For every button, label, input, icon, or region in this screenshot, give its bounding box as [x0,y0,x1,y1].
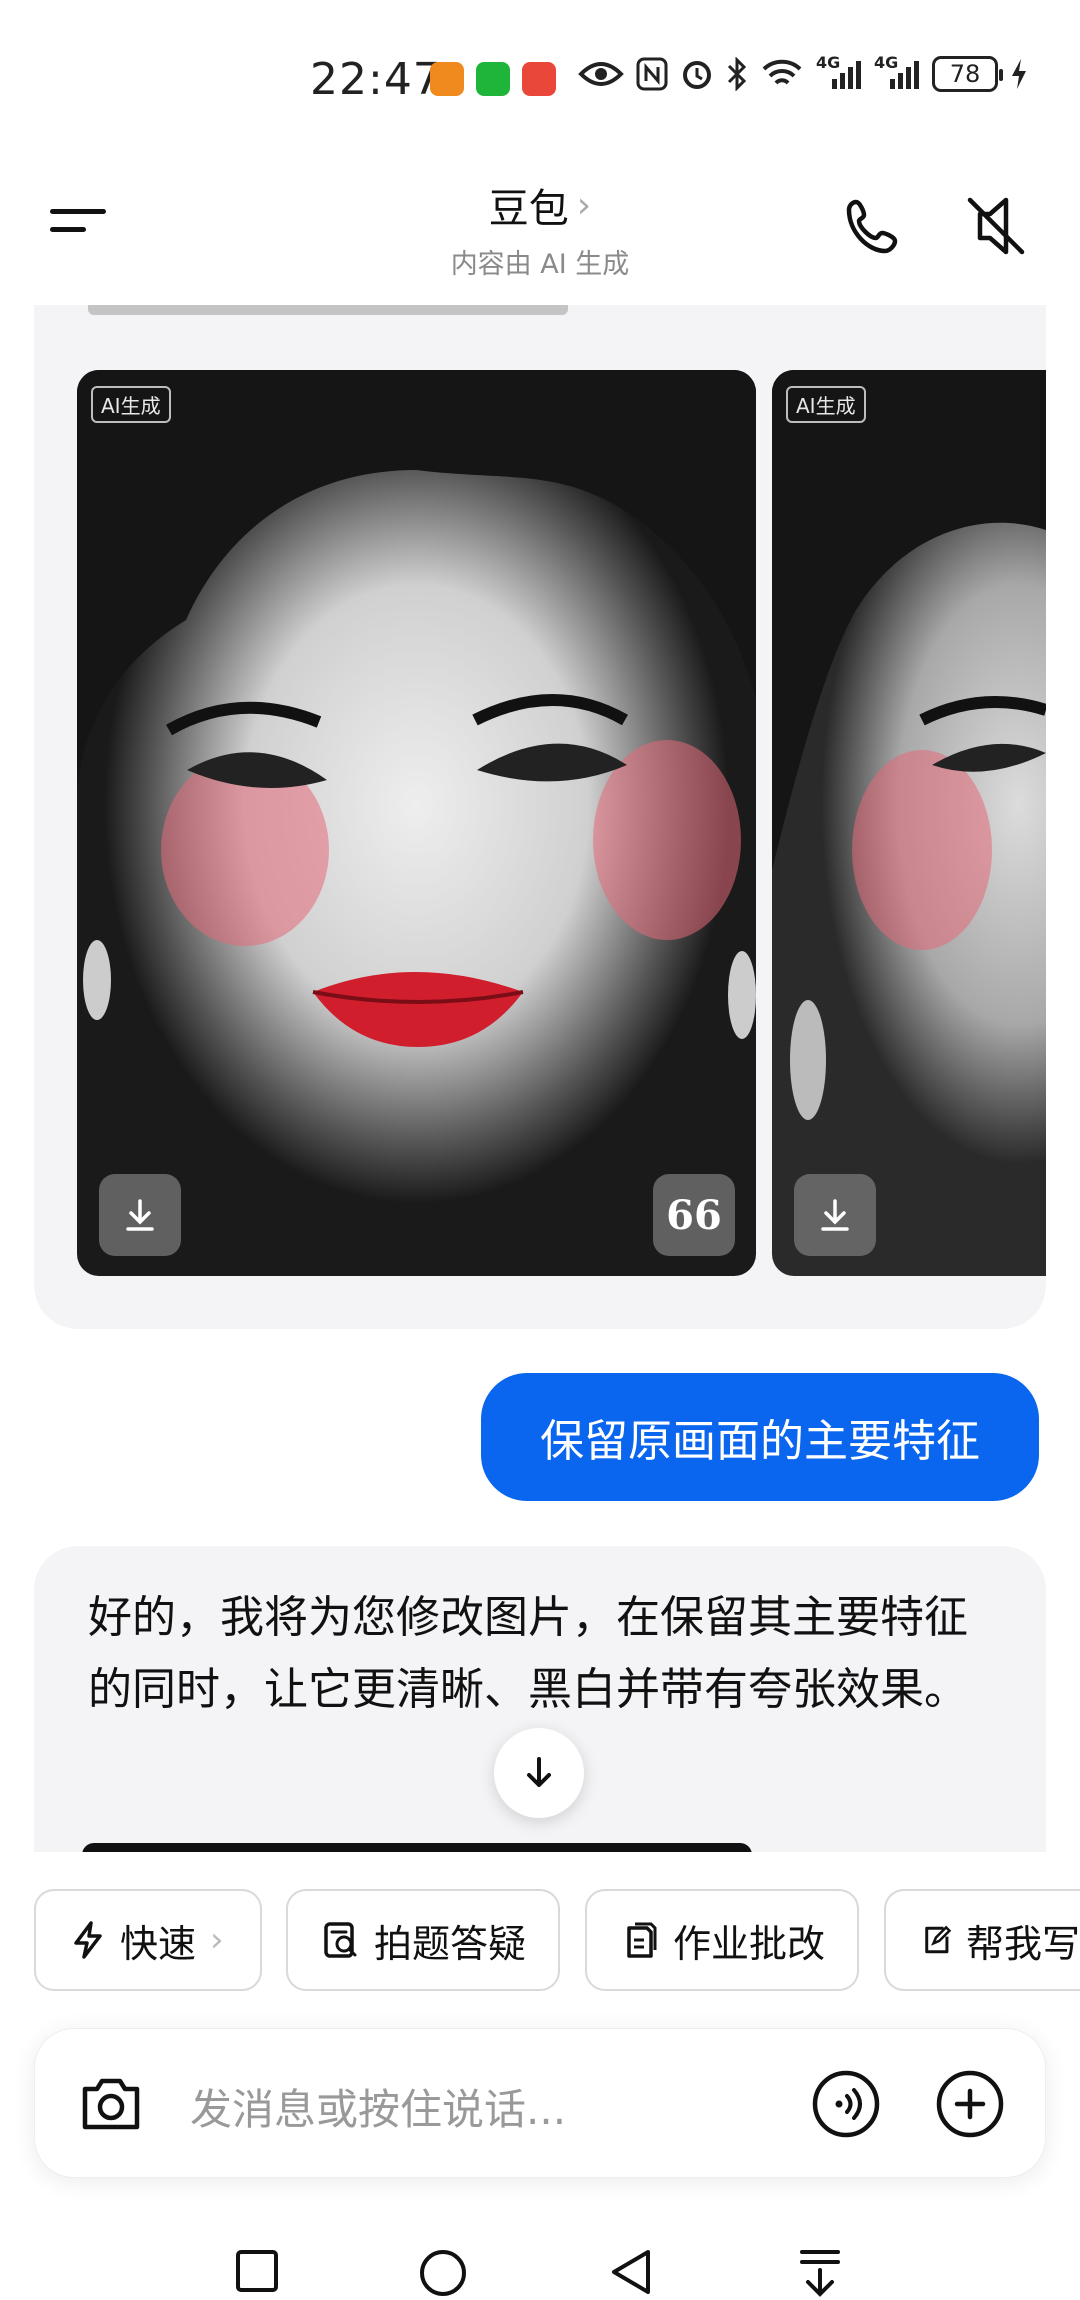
bot-reply-text: 好的，我将为您修改图片，在保留其主要特征的同时，让它更清晰、黑白并带有夸张效果。 [88,1592,968,1715]
homework-icon [627,1922,657,1958]
nfc-icon [636,57,668,91]
quick-action-homework[interactable]: 作业批改 [585,1889,859,1991]
quick-action-label: 快速 [120,1921,197,1966]
speaker-muted-icon[interactable] [964,194,1028,258]
ai-generated-tag: AI生成 [786,386,866,423]
home-icon[interactable] [418,2248,468,2298]
bluetooth-icon [727,57,747,91]
download-icon [126,1199,154,1231]
quote-icon: 66 [666,1191,722,1239]
quick-action-label: 拍题答疑 [374,1921,527,1966]
title-area[interactable]: 豆包 › 内容由 AI 生成 [0,176,1080,281]
wechat-notification-icon [476,62,510,96]
portrait-illustration [772,370,1046,1120]
chevron-right-icon: › [210,1920,224,1960]
camera-icon[interactable] [77,2071,145,2135]
system-nav-bar [0,2242,1080,2300]
quick-action-photo-question[interactable]: 拍题答疑 [286,1889,560,1991]
generated-image-card[interactable]: AI生成 [772,370,1046,1276]
status-time: 22:47 [310,54,442,105]
eye-icon [578,62,624,86]
portrait-illustration [77,370,756,1047]
edit-icon [925,1925,952,1954]
recent-apps-icon[interactable] [234,2248,280,2294]
quick-action-label: 帮我写 [965,1921,1080,1966]
wifi-icon [762,59,802,85]
message-input-bar[interactable]: 发消息或按住说话... [34,2028,1046,2178]
alert-notification-icon [522,62,556,96]
quick-action-write[interactable]: 帮我写 [884,1889,1080,1991]
signal-icon: 4G [816,53,862,91]
status-bar: 22:47 4G 4G 78 [0,0,1080,150]
arrow-down-icon [527,1757,551,1787]
scroll-to-bottom-button[interactable] [494,1728,584,1818]
generated-image-card[interactable]: AI生成 66 [77,370,756,1276]
charging-icon [1012,59,1026,89]
battery-indicator: 78 [932,56,1003,92]
signal-icon: 4G [874,53,920,91]
title-chevron-icon: › [576,184,592,226]
message-input[interactable]: 发消息或按住说话... [190,2076,566,2137]
battery-level: 78 [949,60,981,88]
alarm-icon [683,61,711,89]
hide-nav-icon[interactable] [796,2248,844,2298]
quick-action-label: 作业批改 [673,1921,826,1966]
add-icon[interactable] [935,2069,1005,2139]
download-button[interactable] [794,1174,876,1256]
scan-question-icon [324,1922,357,1958]
voice-call-icon[interactable] [811,2069,881,2139]
ai-generated-tag: AI生成 [91,386,171,423]
back-icon[interactable] [608,2248,654,2296]
ai-disclaimer: 内容由 AI 生成 [450,249,630,280]
phone-icon[interactable] [842,194,906,258]
page-title: 豆包 [488,186,569,232]
app-notification-icon [430,62,464,96]
quick-action-fast[interactable]: 快速 › [34,1889,262,1991]
composer-panel: 快速 › 拍题答疑 作业批改 帮我写 发消息或按住说话... [0,1852,1080,2300]
download-icon [821,1199,849,1231]
download-button[interactable] [99,1174,181,1256]
chat-header: 豆包 › 内容由 AI 生成 [0,150,1080,300]
lightning-icon [74,1921,102,1959]
quote-button[interactable]: 66 [653,1174,735,1256]
user-message[interactable]: 保留原画面的主要特征 [481,1373,1039,1501]
